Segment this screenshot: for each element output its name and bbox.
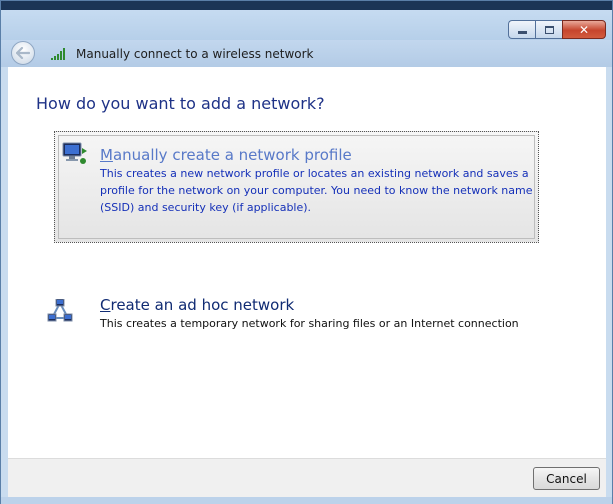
option-manual-profile-title[interactable]: Manually create a network profile [100, 146, 352, 164]
main-content: How do you want to add a network? Manual… [8, 67, 606, 458]
caption-buttons: ✕ [508, 20, 606, 40]
option-ad-hoc-title[interactable]: Create an ad hoc network [100, 296, 294, 314]
cancel-button[interactable]: Cancel [533, 467, 600, 490]
page-heading: How do you want to add a network? [36, 94, 325, 113]
maximize-icon [544, 25, 554, 34]
wireless-signal-icon [51, 48, 65, 60]
option-ad-hoc-accel: C [100, 296, 111, 314]
window-top-edge [1, 1, 612, 10]
back-button[interactable] [11, 41, 35, 65]
minimize-icon [517, 31, 527, 34]
ad-hoc-network-icon [47, 299, 73, 322]
back-arrow-icon [16, 47, 30, 59]
option-ad-hoc[interactable]: Create an ad hoc network This creates a … [47, 296, 539, 340]
page-title: Manually connect to a wireless network [76, 47, 314, 61]
window-bottom-frame [1, 497, 612, 504]
option-ad-hoc-title-text: reate an ad hoc network [110, 296, 295, 314]
network-profile-icon [62, 142, 87, 164]
close-icon: ✕ [578, 22, 590, 37]
option-manual-profile-title-text: anually create a network profile [112, 146, 352, 164]
maximize-button[interactable] [535, 20, 562, 39]
option-ad-hoc-description: This creates a temporary network for sha… [100, 317, 519, 330]
title-bar[interactable]: ✕ [1, 10, 612, 40]
navigation-bar: Manually connect to a wireless network [1, 40, 612, 67]
minimize-button[interactable] [508, 20, 535, 39]
option-manual-profile[interactable]: Manually create a network profile This c… [54, 131, 539, 243]
close-button[interactable]: ✕ [562, 20, 606, 39]
option-manual-profile-accel: M [100, 146, 113, 164]
wizard-window: ✕ Manually connect to a wireless network… [0, 0, 613, 504]
option-manual-profile-description: This creates a new network profile or lo… [100, 167, 533, 214]
dialog-footer: Cancel [8, 458, 606, 497]
